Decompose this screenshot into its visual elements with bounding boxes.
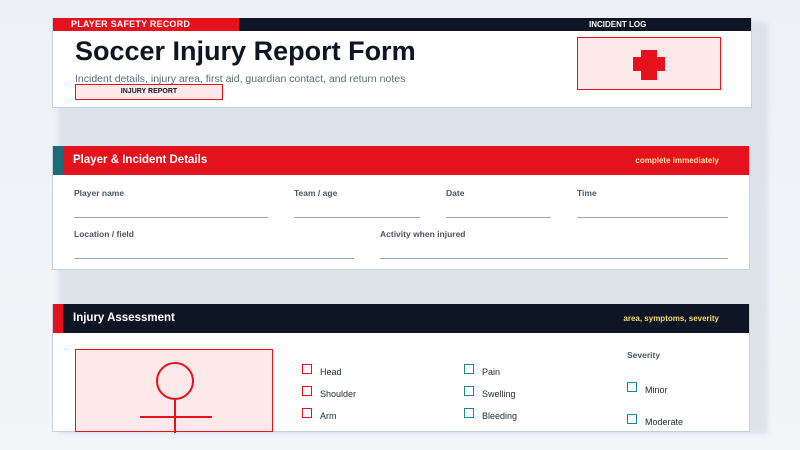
header-strip-label: PLAYER SAFETY RECORD	[71, 19, 191, 29]
team-age-field[interactable]	[294, 217, 420, 218]
page-title: Soccer Injury Report Form	[75, 36, 416, 66]
date-field[interactable]	[446, 217, 551, 218]
checkbox[interactable]	[302, 408, 312, 418]
cross-horizontal	[633, 57, 665, 71]
activity-field[interactable]	[380, 258, 728, 259]
section-header: Player & Incident Details complete immed…	[53, 146, 749, 175]
time-label: Time	[577, 188, 597, 198]
checkbox[interactable]	[464, 364, 474, 374]
location-label: Location / field	[74, 229, 134, 239]
player-name-label: Player name	[74, 188, 125, 198]
checkbox-label: Pain	[482, 367, 501, 377]
player-name-field[interactable]	[74, 217, 268, 218]
checkbox-label: Minor	[645, 385, 668, 395]
body-diagram-icon[interactable]	[75, 349, 273, 433]
section-header: Injury Assessment area, symptoms, severi…	[53, 304, 749, 333]
section-title: Injury Assessment	[73, 312, 175, 324]
checkbox[interactable]	[464, 408, 474, 418]
checkbox[interactable]	[627, 382, 637, 392]
incident-log-label: INCIDENT LOG	[589, 20, 647, 29]
time-field[interactable]	[577, 217, 728, 218]
injury-report-badge: INJURY REPORT	[75, 84, 223, 100]
section-note: area, symptoms, severity	[623, 314, 719, 323]
checkbox-label: Bleeding	[482, 411, 518, 421]
team-age-label: Team / age	[294, 188, 338, 198]
checkbox-label: Head	[320, 367, 342, 377]
body-arms	[140, 416, 212, 418]
activity-label: Activity when injured	[380, 229, 466, 239]
injury-assessment-section: Injury Assessment area, symptoms, severi…	[52, 304, 750, 433]
section-note: complete immediately	[635, 156, 719, 165]
checkbox-label: Swelling	[482, 389, 516, 399]
checkbox-label: Shoulder	[320, 389, 357, 399]
checkbox[interactable]	[302, 386, 312, 396]
checkbox-label: Moderate	[645, 417, 684, 427]
player-incident-section: Player & Incident Details complete immed…	[52, 146, 750, 270]
severity-title: Severity	[627, 350, 661, 360]
form-header: PLAYER SAFETY RECORD INCIDENT LOG Soccer…	[52, 18, 752, 108]
section-title: Player & Incident Details	[73, 154, 208, 166]
checkbox[interactable]	[464, 386, 474, 396]
red-cross-icon	[577, 37, 721, 90]
section-accent	[53, 304, 63, 333]
location-field[interactable]	[74, 258, 354, 259]
section-accent	[53, 146, 63, 175]
checkbox[interactable]	[627, 414, 637, 424]
date-label: Date	[446, 188, 465, 198]
body-head	[156, 362, 194, 400]
checkbox-label: Arm	[320, 411, 337, 421]
checkbox[interactable]	[302, 364, 312, 374]
